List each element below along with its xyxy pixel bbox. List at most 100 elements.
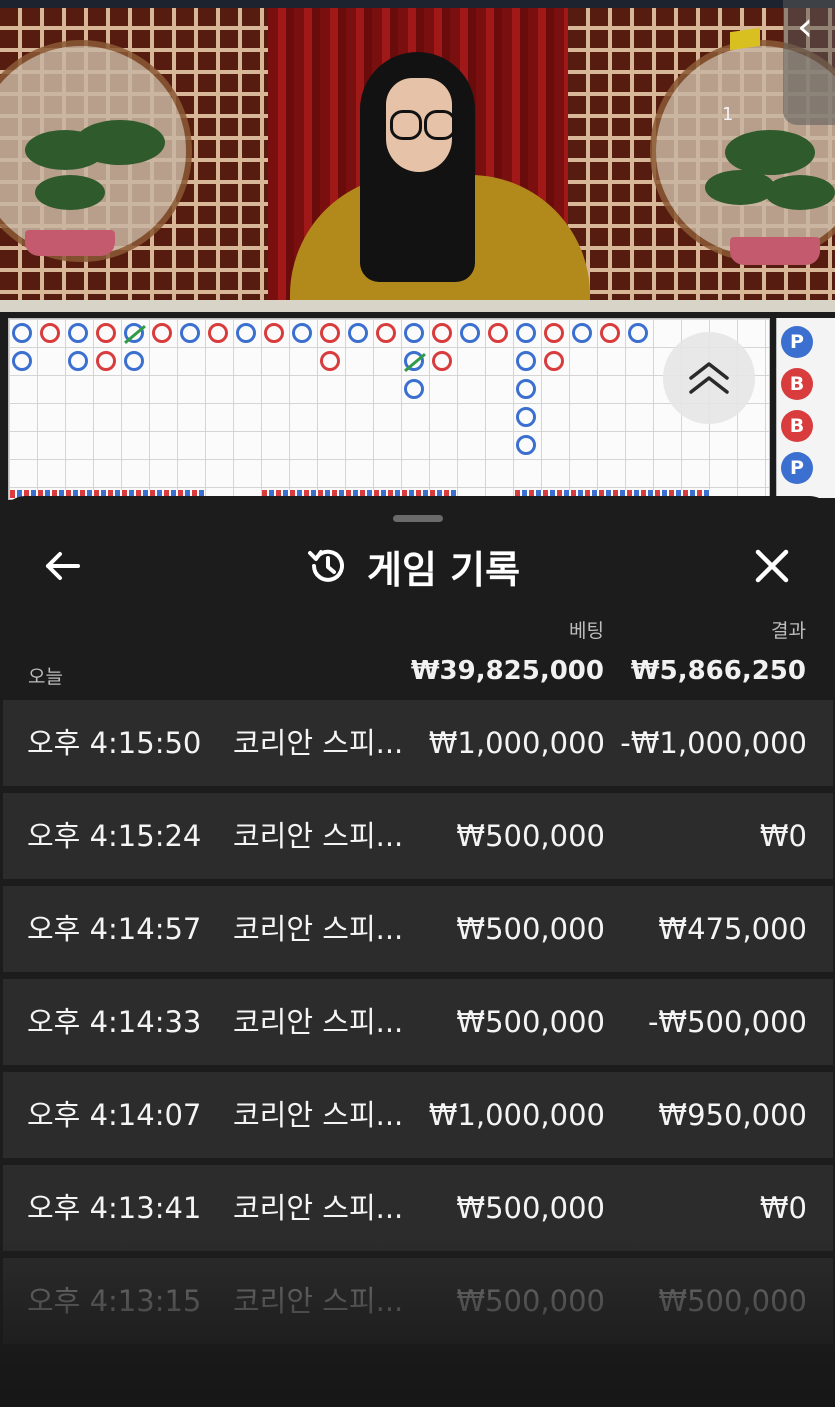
road-bead-banker (488, 323, 508, 343)
expand-road-button[interactable] (663, 332, 755, 424)
row-bet: ₩1,000,000 (428, 1098, 605, 1132)
row-result: -₩500,000 (647, 1005, 807, 1039)
row-bet: ₩500,000 (456, 912, 605, 946)
road-bead-player (404, 379, 424, 399)
row-game: 코리안 스피... (233, 726, 404, 760)
row-result: -₩1,000,000 (620, 726, 807, 760)
row-game: 코리안 스피... (233, 1191, 404, 1225)
road-bead-player (292, 323, 312, 343)
history-row[interactable]: 오후 4:13:41 코리안 스피... ₩500,000 ₩0 (3, 1165, 833, 1251)
road-bead-banker (96, 351, 116, 371)
history-row[interactable]: 오후 4:14:07 코리안 스피... ₩1,000,000 ₩950,000 (3, 1072, 833, 1158)
road-bead-player (572, 323, 592, 343)
road-bead-banker (544, 351, 564, 371)
row-bet: ₩500,000 (456, 1284, 605, 1318)
row-time: 오후 4:13:41 (27, 1191, 202, 1225)
history-row[interactable]: 오후 4:14:33 코리안 스피... ₩500,000 -₩500,000 (3, 979, 833, 1065)
top-bar (0, 0, 835, 8)
row-game: 코리안 스피... (233, 1098, 404, 1132)
summary-result-total: ₩5,866,250 (630, 656, 806, 686)
road-bead-player (516, 323, 536, 343)
road-bead-player (628, 323, 648, 343)
history-list: 오후 4:15:50 코리안 스피... ₩1,000,000 -₩1,000,… (3, 700, 833, 1351)
road-bead-player (124, 351, 144, 371)
row-time: 오후 4:13:15 (27, 1284, 202, 1318)
road-bead-banker (320, 351, 340, 371)
road-bead-banker (152, 323, 172, 343)
row-bet: ₩500,000 (456, 1191, 605, 1225)
road-bead-banker (432, 351, 452, 371)
glasses-left-lens (390, 110, 422, 140)
road-bead-banker (432, 323, 452, 343)
row-result: ₩500,000 (658, 1284, 807, 1318)
road-bead-banker (600, 323, 620, 343)
row-game: 코리안 스피... (233, 1005, 404, 1039)
history-row[interactable]: 오후 4:15:24 코리안 스피... ₩500,000 ₩0 (3, 793, 833, 879)
row-time: 오후 4:15:50 (27, 726, 202, 760)
row-bet: ₩500,000 (456, 819, 605, 853)
row-game: 코리안 스피... (233, 912, 404, 946)
road-bead-player (12, 351, 32, 371)
summary-bet-total: ₩39,825,000 (410, 656, 604, 686)
row-time: 오후 4:15:24 (27, 819, 202, 853)
column-header-result: 결과 (771, 620, 806, 642)
sheet-title-group: 게임 기록 (305, 536, 520, 596)
road-bead-banker (376, 323, 396, 343)
game-history-sheet: 게임 기록 베팅 결과 오늘 ₩39,825,000 ₩5,866,250 오후… (0, 496, 835, 1407)
road-bead-player (516, 379, 536, 399)
road-bead-player (68, 351, 88, 371)
row-result: ₩950,000 (658, 1098, 807, 1132)
road-bead-player (516, 351, 536, 371)
bonsai-left (15, 120, 175, 260)
road-bead-player (12, 323, 32, 343)
badge-banker[interactable]: B (781, 368, 813, 400)
back-button[interactable] (40, 544, 84, 588)
close-icon (755, 549, 789, 583)
road-bead-tie (124, 323, 144, 343)
row-game: 코리안 스피... (233, 819, 404, 853)
badge-player[interactable]: P (781, 326, 813, 358)
road-bead-player (68, 323, 88, 343)
road-bead-banker (96, 323, 116, 343)
road-bead-player (404, 323, 424, 343)
prediction-column: P B B P (776, 318, 835, 498)
table-edge (0, 300, 835, 312)
sheet-header: 게임 기록 (0, 536, 835, 596)
history-row[interactable]: 오후 4:14:57 코리안 스피... ₩500,000 ₩475,000 (3, 886, 833, 972)
sheet-title: 게임 기록 (367, 547, 521, 592)
arrow-left-icon (46, 552, 80, 580)
road-bead-player (180, 323, 200, 343)
row-result: ₩475,000 (658, 912, 807, 946)
road-bead-player (236, 323, 256, 343)
drag-handle[interactable] (393, 515, 443, 522)
road-bead-banker (264, 323, 284, 343)
badge-banker[interactable]: B (781, 410, 813, 442)
bonsai-right (705, 125, 835, 265)
road-bead-banker (320, 323, 340, 343)
road-bead-tie (404, 351, 424, 371)
history-row[interactable]: 오후 4:13:15 코리안 스피... ₩500,000 ₩500,000 (3, 1258, 833, 1344)
row-time: 오후 4:14:57 (27, 912, 202, 946)
chevron-double-up-icon (689, 362, 729, 394)
road-bead-player (516, 435, 536, 455)
road-bead-banker (208, 323, 228, 343)
summary-label-today: 오늘 (28, 666, 63, 688)
road-bead-banker (40, 323, 60, 343)
row-time: 오후 4:14:33 (27, 1005, 202, 1039)
road-bead-banker (544, 323, 564, 343)
badge-player[interactable]: P (781, 452, 813, 484)
road-bead-player (348, 323, 368, 343)
close-button[interactable] (750, 544, 794, 588)
row-result: ₩0 (759, 1191, 807, 1225)
bead-road (8, 318, 770, 500)
score-label: 1 (722, 104, 734, 125)
side-panel-tab[interactable]: ‹ (783, 0, 835, 125)
row-game: 코리안 스피... (233, 1284, 404, 1318)
road-bead-player (516, 407, 536, 427)
road-bead-player (460, 323, 480, 343)
history-icon (308, 549, 344, 582)
chevron-left-icon: ‹ (797, 4, 813, 50)
row-bet: ₩500,000 (456, 1005, 605, 1039)
row-time: 오후 4:14:07 (27, 1098, 202, 1132)
history-row[interactable]: 오후 4:15:50 코리안 스피... ₩1,000,000 -₩1,000,… (3, 700, 833, 786)
